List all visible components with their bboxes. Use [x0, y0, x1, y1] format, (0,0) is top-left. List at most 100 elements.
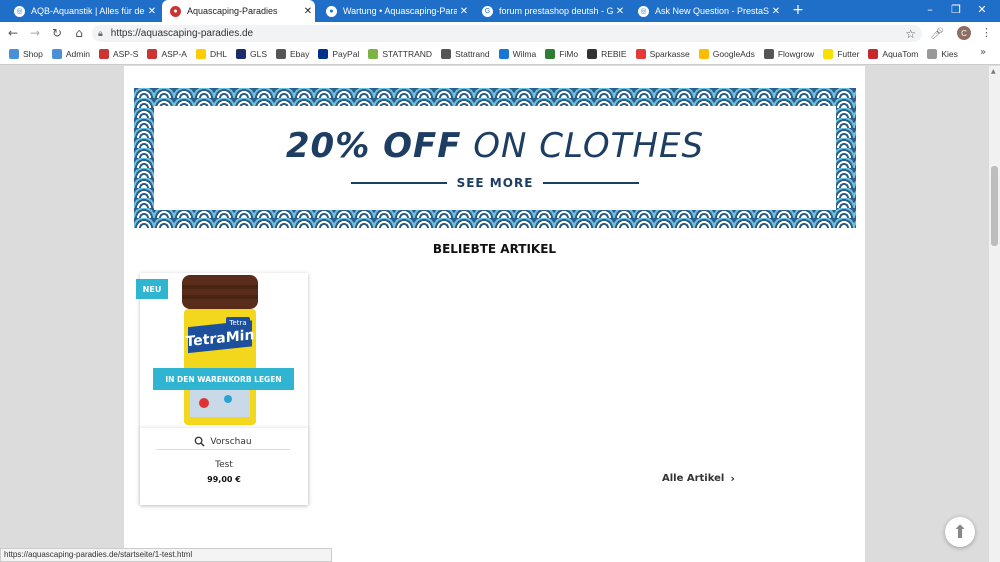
- bookmark-aquatom[interactable]: AquaTom: [868, 49, 918, 59]
- bookmark-label: Futter: [837, 49, 860, 59]
- tab-title: Ask New Question - PrestaShop: [655, 6, 769, 16]
- bookmark-dhl[interactable]: DHL: [195, 49, 227, 59]
- minimize-icon[interactable]: –: [922, 2, 938, 18]
- bookmark-sparkasse[interactable]: Sparkasse: [635, 49, 690, 59]
- bookmark-label: Flowgrow: [777, 49, 815, 59]
- bookmark-flowgrow[interactable]: Flowgrow: [763, 49, 815, 59]
- bookmark-label: Wilma: [512, 49, 537, 59]
- divider: [543, 182, 640, 184]
- bookmark-favicon-icon: [698, 49, 709, 59]
- menu-kebab-icon[interactable]: ⋮: [981, 26, 992, 39]
- site-favicon-icon: ●: [326, 5, 337, 17]
- bookmark-paypal[interactable]: PayPal: [318, 49, 359, 59]
- lock-icon: 🔒︎: [98, 28, 103, 38]
- bookmark-kies[interactable]: Kies: [927, 49, 958, 59]
- bookmark-admin[interactable]: Admin: [51, 49, 90, 59]
- close-window-icon[interactable]: ✕: [974, 2, 990, 18]
- bookmark-favicon-icon: [236, 49, 246, 59]
- bookmark-googleads[interactable]: GoogleAds: [698, 49, 755, 59]
- promo-banner[interactable]: 20% OFF ON CLOTHES SEE MORE: [134, 88, 856, 228]
- scrollbar-thumb[interactable]: [991, 166, 998, 246]
- close-tab-icon[interactable]: ✕: [145, 6, 159, 17]
- bookmark-futter[interactable]: Futter: [823, 49, 859, 59]
- bookmark-label: GoogleAds: [712, 49, 755, 59]
- bookmarks-bar: Shop Admin ASP-S ASP-A DHL GLS Ebay PayPal STATT…: [0, 44, 1000, 65]
- bookmark-favicon-icon: [51, 49, 62, 59]
- banner-title-bold: 20% OFF: [285, 126, 462, 166]
- bookmark-favicon-icon: [98, 49, 109, 59]
- close-tab-icon[interactable]: ✕: [457, 6, 471, 17]
- close-tab-icon[interactable]: ✕: [613, 6, 627, 17]
- quick-view-button[interactable]: Vorschau: [156, 434, 290, 450]
- google-icon: G: [482, 5, 493, 17]
- bookmark-favicon-icon: [868, 49, 879, 59]
- chevron-right-icon: ›: [730, 472, 735, 485]
- address-bar[interactable]: 🔒︎ https://aquascaping-paradies.de ☆: [92, 25, 922, 42]
- page-content: 20% OFF ON CLOTHES SEE MORE BELIEBTE ART…: [124, 66, 865, 562]
- tab-aquascaping-paradies[interactable]: ● Aquascaping-Paradies ✕: [162, 0, 315, 22]
- page-scrollbar[interactable]: ▲: [989, 66, 1000, 562]
- tab-wartung[interactable]: ● Wartung • Aquascaping-Paradies ✕: [318, 0, 471, 22]
- product-name-link[interactable]: Test: [140, 460, 308, 470]
- bookmark-favicon-icon: [318, 49, 329, 59]
- bookmark-label: DHL: [209, 49, 227, 59]
- bookmark-favicon-icon: [587, 49, 598, 59]
- bookmark-ebay[interactable]: Ebay: [276, 49, 309, 59]
- forward-arrow-icon[interactable]: →: [26, 24, 44, 42]
- bookmark-favicon-icon: [9, 49, 19, 59]
- tab-title: forum prestashop deutsh - Goog: [499, 6, 613, 16]
- bookmark-gls[interactable]: GLS: [236, 49, 267, 59]
- bookmark-star-icon[interactable]: ☆: [905, 27, 916, 41]
- bookmark-favicon-icon: [441, 49, 452, 59]
- all-products-link[interactable]: Alle Artikel ›: [662, 472, 735, 485]
- tab-prestashop-question[interactable]: ◎ Ask New Question - PrestaShop ✕: [630, 0, 783, 22]
- close-tab-icon[interactable]: ✕: [301, 6, 315, 17]
- reload-icon[interactable]: ↻: [48, 24, 66, 42]
- product-image[interactable]: TetraMin Tetra: [170, 275, 270, 427]
- tab-aqb[interactable]: ◎ AQB-Aquanstik | Alles für dein A ✕: [6, 0, 159, 22]
- all-products-label: Alle Artikel: [662, 473, 725, 484]
- bookmark-label: FiMo: [559, 49, 579, 59]
- back-arrow-icon[interactable]: ←: [4, 24, 22, 42]
- restore-icon[interactable]: ❐: [948, 2, 964, 18]
- arrow-up-icon: ⬆︎: [952, 521, 968, 543]
- bookmark-label: AquaTom: [882, 49, 919, 59]
- tab-google-search[interactable]: G forum prestashop deutsh - Goog ✕: [474, 0, 627, 22]
- bookmark-label: Stattrand: [455, 49, 490, 59]
- more-bookmarks-icon[interactable]: »: [980, 47, 986, 58]
- address-url: https://aquascaping-paradies.de: [110, 28, 254, 39]
- bookmark-label: ASP-A: [161, 49, 187, 59]
- bookmark-favicon-icon: [147, 49, 158, 59]
- close-tab-icon[interactable]: ✕: [769, 6, 783, 17]
- bookmark-label: PayPal: [332, 49, 360, 59]
- home-icon[interactable]: ⌂: [70, 24, 88, 42]
- scroll-to-top-button[interactable]: ⬆︎: [945, 517, 975, 547]
- microphone-icon[interactable]: 🎤︎: [930, 27, 944, 40]
- bookmark-rebie[interactable]: REBIE: [587, 49, 627, 59]
- bookmark-wilma[interactable]: Wilma: [498, 49, 537, 59]
- profile-avatar[interactable]: C: [957, 26, 971, 40]
- new-badge: NEU: [136, 279, 168, 299]
- bookmark-label: Ebay: [290, 49, 310, 59]
- new-tab-plus-icon[interactable]: +: [790, 2, 806, 18]
- bookmark-fimo[interactable]: FiMo: [545, 49, 578, 59]
- add-to-cart-button[interactable]: IN DEN WARENKORB LEGEN: [153, 368, 294, 390]
- bookmark-asp-s[interactable]: ASP-S: [98, 49, 138, 59]
- bookmark-favicon-icon: [498, 49, 509, 59]
- product-price: 99,00 €: [207, 475, 241, 484]
- bookmark-label: Kies: [941, 49, 958, 59]
- bookmark-asp-a[interactable]: ASP-A: [147, 49, 187, 59]
- bookmark-favicon-icon: [927, 49, 938, 59]
- bookmark-stattrand[interactable]: STATTRAND: [368, 49, 432, 59]
- bookmark-label: Admin: [65, 49, 90, 59]
- bookmark-stattrand[interactable]: Stattrand: [441, 49, 490, 59]
- banner-see-more[interactable]: SEE MORE: [341, 176, 650, 190]
- scroll-up-arrow-icon[interactable]: ▲: [991, 68, 996, 75]
- bookmark-label: REBIE: [601, 49, 627, 59]
- product-description: Vorschau Test 99,00 €: [140, 428, 308, 505]
- bookmark-favicon-icon: [823, 49, 834, 59]
- bookmark-shop[interactable]: Shop: [9, 49, 43, 59]
- product-card[interactable]: NEU TetraMin Tetra IN DEN WARENKORB LEGE…: [136, 273, 308, 505]
- bookmark-favicon-icon: [276, 49, 287, 59]
- bookmark-label: GLS: [250, 49, 268, 59]
